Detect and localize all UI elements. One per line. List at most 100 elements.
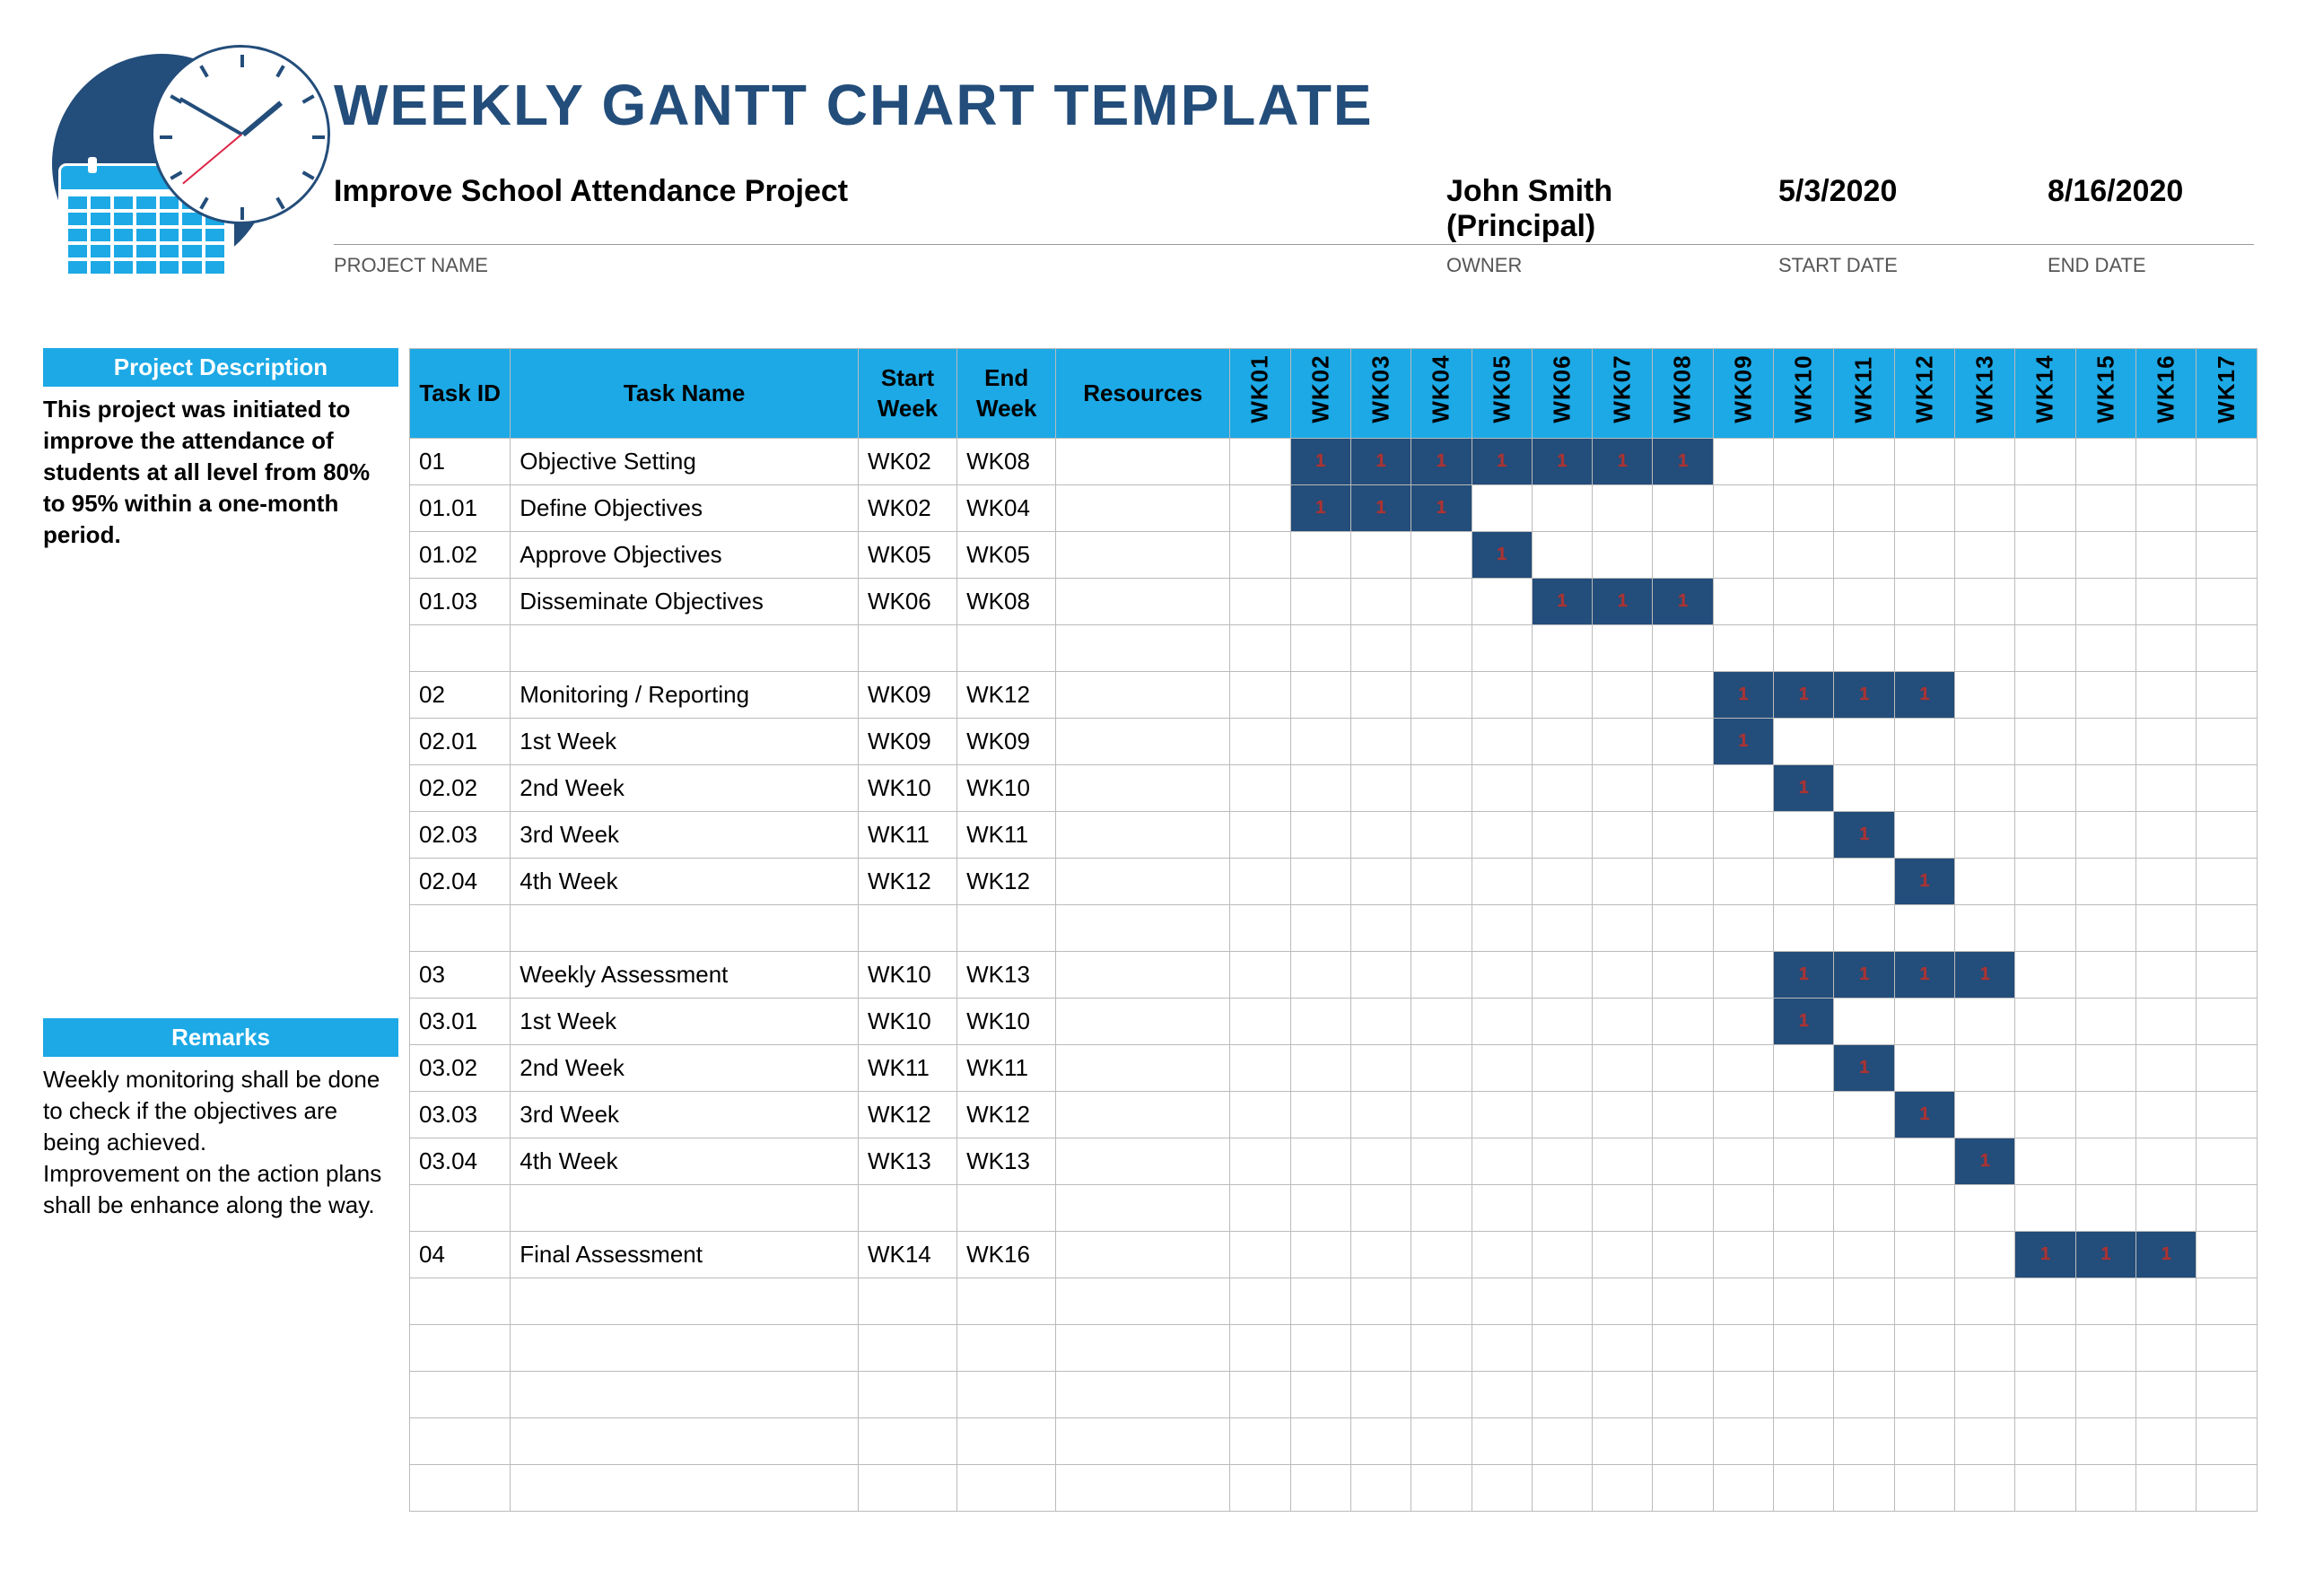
gantt-cell bbox=[1350, 859, 1411, 905]
gantt-cell: 1 bbox=[1834, 952, 1894, 999]
gantt-cell bbox=[1894, 765, 1954, 812]
gantt-cell bbox=[1532, 1325, 1592, 1372]
gantt-cell bbox=[2015, 952, 2075, 999]
gantt-cell: 1 bbox=[1894, 859, 1954, 905]
col-wk07: WK07 bbox=[1593, 349, 1653, 439]
gantt-cell bbox=[1472, 765, 1532, 812]
gantt-cell bbox=[1230, 1465, 1290, 1512]
col-wk16: WK16 bbox=[2136, 349, 2197, 439]
table-row: 02.033rd WeekWK11WK111 bbox=[410, 812, 2258, 859]
task-name-cell bbox=[511, 1185, 859, 1232]
gantt-cell bbox=[1411, 1278, 1472, 1325]
gantt-cell bbox=[1653, 1045, 1713, 1092]
end-week-cell bbox=[957, 1278, 1056, 1325]
gantt-cell bbox=[2136, 1278, 2197, 1325]
end-week-cell: WK13 bbox=[957, 1138, 1056, 1185]
gantt-cell bbox=[1411, 1185, 1472, 1232]
gantt-cell bbox=[1653, 765, 1713, 812]
gantt-cell bbox=[1834, 1325, 1894, 1372]
gantt-cell bbox=[1350, 1232, 1411, 1278]
gantt-cell: 1 bbox=[1955, 1138, 2015, 1185]
resources-cell bbox=[1056, 672, 1230, 719]
gantt-cell: 1 bbox=[1774, 952, 1834, 999]
task-name-cell bbox=[511, 625, 859, 672]
gantt-cell bbox=[1230, 1232, 1290, 1278]
gantt-cell bbox=[2075, 1138, 2135, 1185]
start-week-cell: WK05 bbox=[858, 532, 956, 579]
resources-cell bbox=[1056, 485, 1230, 532]
start-week-cell bbox=[858, 1465, 956, 1512]
gantt-cell bbox=[1593, 532, 1653, 579]
gantt-cell bbox=[1713, 1325, 1773, 1372]
start-week-cell bbox=[858, 1325, 956, 1372]
gantt-cell bbox=[2197, 1045, 2258, 1092]
gantt-cell bbox=[2136, 765, 2197, 812]
table-row: 02.044th WeekWK12WK121 bbox=[410, 859, 2258, 905]
task-id-cell: 02.03 bbox=[410, 812, 511, 859]
start-date-value: 5/3/2020 bbox=[1778, 174, 2030, 209]
gantt-cell bbox=[1290, 579, 1350, 625]
table-row bbox=[410, 1325, 2258, 1372]
table-row bbox=[410, 1185, 2258, 1232]
gantt-cell bbox=[1411, 719, 1472, 765]
gantt-cell bbox=[1472, 1138, 1532, 1185]
task-id-cell: 01.03 bbox=[410, 579, 511, 625]
gantt-cell bbox=[1593, 625, 1653, 672]
col-end-week: End Week bbox=[957, 349, 1056, 439]
gantt-cell bbox=[1350, 625, 1411, 672]
col-wk14: WK14 bbox=[2015, 349, 2075, 439]
gantt-cell bbox=[1713, 439, 1773, 485]
gantt-cell bbox=[1774, 532, 1834, 579]
gantt-cell bbox=[2015, 812, 2075, 859]
gantt-cell bbox=[2136, 812, 2197, 859]
table-row: 04Final AssessmentWK14WK16111 bbox=[410, 1232, 2258, 1278]
gantt-cell bbox=[2015, 905, 2075, 952]
gantt-cell bbox=[1411, 1138, 1472, 1185]
gantt-cell bbox=[1230, 1045, 1290, 1092]
gantt-cell bbox=[1955, 719, 2015, 765]
gantt-cell bbox=[1713, 1092, 1773, 1138]
resources-cell bbox=[1056, 1092, 1230, 1138]
gantt-cell bbox=[2075, 859, 2135, 905]
end-week-cell: WK10 bbox=[957, 765, 1056, 812]
task-id-cell bbox=[410, 1185, 511, 1232]
gantt-cell bbox=[1230, 579, 1290, 625]
gantt-cell bbox=[1472, 952, 1532, 999]
gantt-cell bbox=[1472, 485, 1532, 532]
gantt-cell bbox=[1593, 1325, 1653, 1372]
gantt-cell bbox=[1713, 532, 1773, 579]
remarks-panel: Remarks Weekly monitoring shall be done … bbox=[43, 1018, 398, 1221]
gantt-cell bbox=[1411, 1325, 1472, 1372]
gantt-cell bbox=[1593, 1232, 1653, 1278]
gantt-cell bbox=[2197, 1465, 2258, 1512]
gantt-cell bbox=[1713, 1278, 1773, 1325]
gantt-cell bbox=[1350, 672, 1411, 719]
gantt-cell bbox=[1774, 812, 1834, 859]
gantt-cell bbox=[1955, 812, 2015, 859]
gantt-cell bbox=[1653, 485, 1713, 532]
gantt-cell bbox=[2136, 859, 2197, 905]
gantt-cell bbox=[1472, 625, 1532, 672]
gantt-cell bbox=[1593, 905, 1653, 952]
col-resources: Resources bbox=[1056, 349, 1230, 439]
gantt-cell bbox=[1713, 1185, 1773, 1232]
gantt-cell bbox=[1774, 1418, 1834, 1465]
gantt-cell bbox=[1894, 905, 1954, 952]
gantt-cell bbox=[1593, 485, 1653, 532]
table-row: 01.02Approve ObjectivesWK05WK051 bbox=[410, 532, 2258, 579]
gantt-cell bbox=[1230, 485, 1290, 532]
start-week-cell: WK12 bbox=[858, 1092, 956, 1138]
gantt-cell bbox=[1411, 1092, 1472, 1138]
resources-cell bbox=[1056, 999, 1230, 1045]
gantt-cell bbox=[1230, 1418, 1290, 1465]
gantt-cell: 1 bbox=[1290, 485, 1350, 532]
gantt-cell bbox=[1593, 952, 1653, 999]
gantt-cell bbox=[1713, 1372, 1773, 1418]
gantt-cell bbox=[1532, 859, 1592, 905]
col-start-week: Start Week bbox=[858, 349, 956, 439]
gantt-cell bbox=[2075, 439, 2135, 485]
gantt-cell bbox=[1532, 485, 1592, 532]
gantt-cell bbox=[1894, 485, 1954, 532]
gantt-cell bbox=[1894, 1372, 1954, 1418]
gantt-cell bbox=[1472, 999, 1532, 1045]
